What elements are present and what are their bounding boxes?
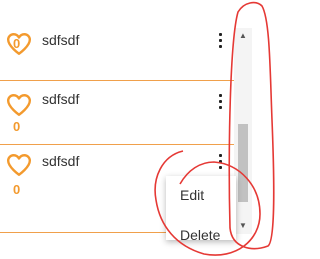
menu-item-delete[interactable]: Delete <box>166 220 236 240</box>
item-name: sdfsdf <box>42 32 80 48</box>
like-count: 0 <box>13 36 21 51</box>
like-count: 0 <box>13 119 21 134</box>
heart-icon[interactable] <box>6 153 32 177</box>
vertical-scrollbar[interactable]: ▲ ▼ <box>234 28 252 234</box>
item-name: sdfsdf <box>42 153 80 169</box>
arrow-up-icon[interactable]: ▲ <box>234 28 252 44</box>
heart-icon[interactable] <box>6 93 32 117</box>
item-name: sdfsdf <box>42 91 80 107</box>
like-count: 0 <box>13 182 21 197</box>
more-vert-icon[interactable] <box>216 93 226 113</box>
context-menu: Edit Delete <box>166 176 236 240</box>
list-item: 0 sdfsdf <box>0 24 240 80</box>
scrollbar-thumb[interactable] <box>238 124 248 202</box>
arrow-down-icon[interactable]: ▼ <box>234 218 252 234</box>
list-item: 0 sdfsdf <box>0 80 240 137</box>
more-vert-icon[interactable] <box>216 32 226 52</box>
more-vert-icon[interactable] <box>216 153 226 173</box>
menu-item-edit[interactable]: Edit <box>166 180 236 210</box>
